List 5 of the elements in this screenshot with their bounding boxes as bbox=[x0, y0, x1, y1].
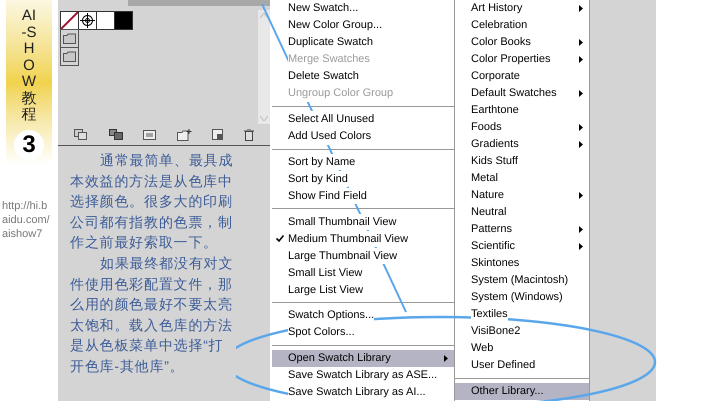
menu-item[interactable]: Other Library... bbox=[455, 383, 589, 400]
banner-number: 3 bbox=[14, 130, 44, 160]
banner-title: AI-SHOW教程 bbox=[22, 8, 36, 124]
blog-url: http://hi.b aidu.com/ aishow7 bbox=[2, 199, 50, 241]
menu-item[interactable]: Open Swatch Library bbox=[272, 350, 454, 367]
